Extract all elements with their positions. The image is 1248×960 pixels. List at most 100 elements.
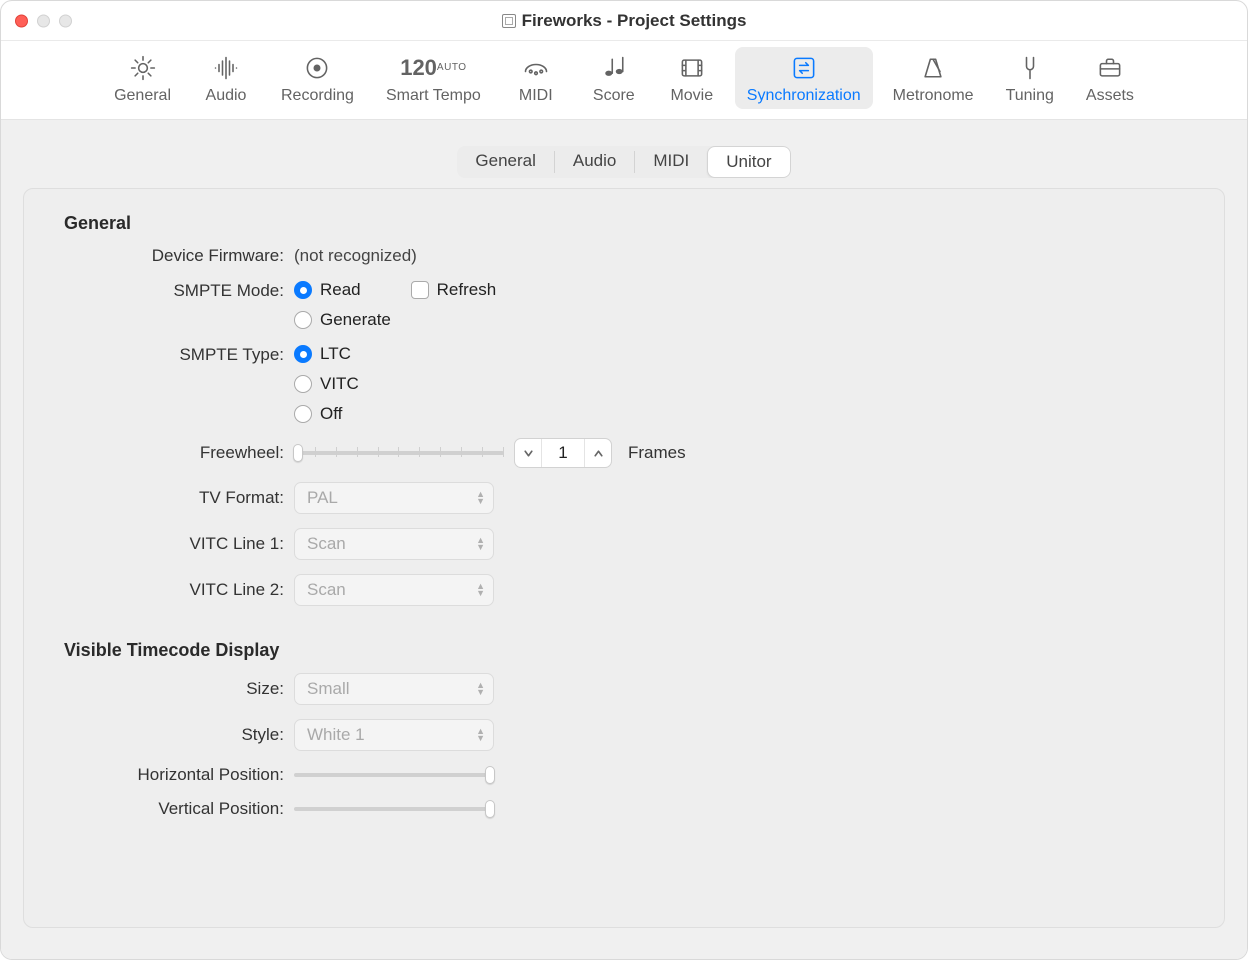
- general-form: Device Firmware: (not recognized) SMPTE …: [64, 246, 1184, 606]
- select-vitc-line-1[interactable]: Scan ▲▼: [294, 528, 494, 560]
- subtab-unitor[interactable]: Unitor: [707, 146, 790, 178]
- label-horizontal-position: Horizontal Position:: [64, 765, 284, 785]
- toolbar-tab-label: Metronome: [893, 87, 974, 105]
- radio-icon: [294, 405, 312, 423]
- zoom-window-button[interactable]: [59, 14, 72, 27]
- tempo-icon: 120 AUTO: [413, 53, 453, 83]
- toolbar-tab-audio[interactable]: Audio: [191, 47, 261, 109]
- gear-icon: [123, 53, 163, 83]
- toolbar-tab-midi[interactable]: MIDI: [501, 47, 571, 109]
- toolbar-tab-recording[interactable]: Recording: [269, 47, 366, 109]
- midi-icon: [516, 53, 556, 83]
- caret-icon: ▲▼: [476, 728, 485, 742]
- caret-icon: ▲▼: [476, 491, 485, 505]
- radio-smpte-mode-read[interactable]: Read: [294, 280, 361, 300]
- metronome-icon: [913, 53, 953, 83]
- radio-label: VITC: [320, 374, 359, 394]
- label-style: Style:: [64, 725, 284, 745]
- checkbox-label: Refresh: [437, 280, 497, 300]
- toolbar-tab-general[interactable]: General: [102, 47, 183, 109]
- select-size[interactable]: Small ▲▼: [294, 673, 494, 705]
- toolbar-tab-label: Movie: [670, 87, 713, 105]
- settings-panel: General Device Firmware: (not recognized…: [23, 188, 1225, 928]
- tuning-fork-icon: [1010, 53, 1050, 83]
- toolbar-tab-label: Recording: [281, 87, 354, 105]
- stepper-freewheel[interactable]: 1: [514, 438, 612, 468]
- radio-smpte-type-ltc[interactable]: LTC: [294, 344, 1184, 364]
- window-title: Fireworks - Project Settings: [522, 11, 747, 31]
- movie-icon: [672, 53, 712, 83]
- toolbar-tab-synchronization[interactable]: Synchronization: [735, 47, 873, 109]
- toolbar-tab-label: Tuning: [1006, 87, 1054, 105]
- toolbar-tab-label: MIDI: [519, 87, 553, 105]
- caret-icon: ▲▼: [476, 537, 485, 551]
- value-device-firmware: (not recognized): [294, 246, 1184, 266]
- close-window-button[interactable]: [15, 14, 28, 27]
- radio-icon: [294, 345, 312, 363]
- toolbar-tab-label: Score: [593, 87, 635, 105]
- subtab-midi[interactable]: MIDI: [635, 146, 707, 178]
- toolbar-tab-smart-tempo[interactable]: 120 AUTO Smart Tempo: [374, 47, 493, 109]
- stepper-increment[interactable]: [585, 439, 611, 467]
- caret-icon: ▲▼: [476, 682, 485, 696]
- checkbox-refresh[interactable]: Refresh: [411, 280, 497, 300]
- record-icon: [297, 53, 337, 83]
- stepper-value: 1: [541, 439, 585, 467]
- radio-smpte-type-off[interactable]: Off: [294, 404, 1184, 424]
- select-value: Scan: [307, 580, 346, 600]
- toolbar-tab-label: Audio: [206, 87, 247, 105]
- slider-freewheel[interactable]: [294, 444, 504, 462]
- select-value: Scan: [307, 534, 346, 554]
- label-size: Size:: [64, 679, 284, 699]
- toolbar-tab-score[interactable]: Score: [579, 47, 649, 109]
- toolbar-tab-assets[interactable]: Assets: [1074, 47, 1146, 109]
- sync-icon: [784, 53, 824, 83]
- toolbar-tab-tuning[interactable]: Tuning: [994, 47, 1066, 109]
- toolbar-tab-metronome[interactable]: Metronome: [881, 47, 986, 109]
- radio-icon: [294, 311, 312, 329]
- radio-label: Off: [320, 404, 342, 424]
- toolbar-tab-movie[interactable]: Movie: [657, 47, 727, 109]
- toolbar-tab-label: General: [114, 87, 171, 105]
- select-tv-format[interactable]: PAL ▲▼: [294, 482, 494, 514]
- tempo-mode: AUTO: [437, 63, 467, 73]
- content-area: General Audio MIDI Unitor General Device…: [1, 120, 1247, 959]
- label-smpte-type: SMPTE Type:: [64, 345, 284, 365]
- label-vertical-position: Vertical Position:: [64, 799, 284, 819]
- caret-icon: ▲▼: [476, 583, 485, 597]
- briefcase-icon: [1090, 53, 1130, 83]
- titlebar: Fireworks - Project Settings: [1, 1, 1247, 41]
- radio-label: LTC: [320, 344, 351, 364]
- radio-icon: [294, 281, 312, 299]
- radio-label: Generate: [320, 310, 391, 330]
- segmented-control: General Audio MIDI Unitor: [457, 146, 790, 178]
- radio-label: Read: [320, 280, 361, 300]
- tempo-value: 120: [400, 57, 437, 79]
- select-value: White 1: [307, 725, 365, 745]
- window-title-wrap: Fireworks - Project Settings: [502, 11, 747, 31]
- select-vitc-line-2[interactable]: Scan ▲▼: [294, 574, 494, 606]
- radio-smpte-mode-generate[interactable]: Generate: [294, 310, 1184, 330]
- toolbar-tab-label: Assets: [1086, 87, 1134, 105]
- window-controls: [15, 14, 72, 27]
- label-vitc-line-2: VITC Line 2:: [64, 580, 284, 600]
- slider-vertical-position[interactable]: [294, 800, 494, 818]
- freewheel-unit: Frames: [628, 443, 686, 463]
- stepper-decrement[interactable]: [515, 439, 541, 467]
- toolbar-tab-label: Smart Tempo: [386, 87, 481, 105]
- subtab-general[interactable]: General: [457, 146, 553, 178]
- radio-smpte-type-vitc[interactable]: VITC: [294, 374, 1184, 394]
- minimize-window-button[interactable]: [37, 14, 50, 27]
- toolbar-tab-label: Synchronization: [747, 87, 861, 105]
- label-freewheel: Freewheel:: [64, 443, 284, 463]
- label-smpte-mode: SMPTE Mode:: [64, 281, 284, 301]
- document-proxy-icon: [502, 14, 516, 28]
- waveform-icon: [206, 53, 246, 83]
- section-title-general: General: [64, 213, 1224, 234]
- label-device-firmware: Device Firmware:: [64, 246, 284, 266]
- select-style[interactable]: White 1 ▲▼: [294, 719, 494, 751]
- slider-horizontal-position[interactable]: [294, 766, 494, 784]
- subtab-audio[interactable]: Audio: [555, 146, 634, 178]
- label-tv-format: TV Format:: [64, 488, 284, 508]
- visible-timecode-form: Size: Small ▲▼ Style: White 1 ▲▼ Horizon…: [64, 673, 1184, 819]
